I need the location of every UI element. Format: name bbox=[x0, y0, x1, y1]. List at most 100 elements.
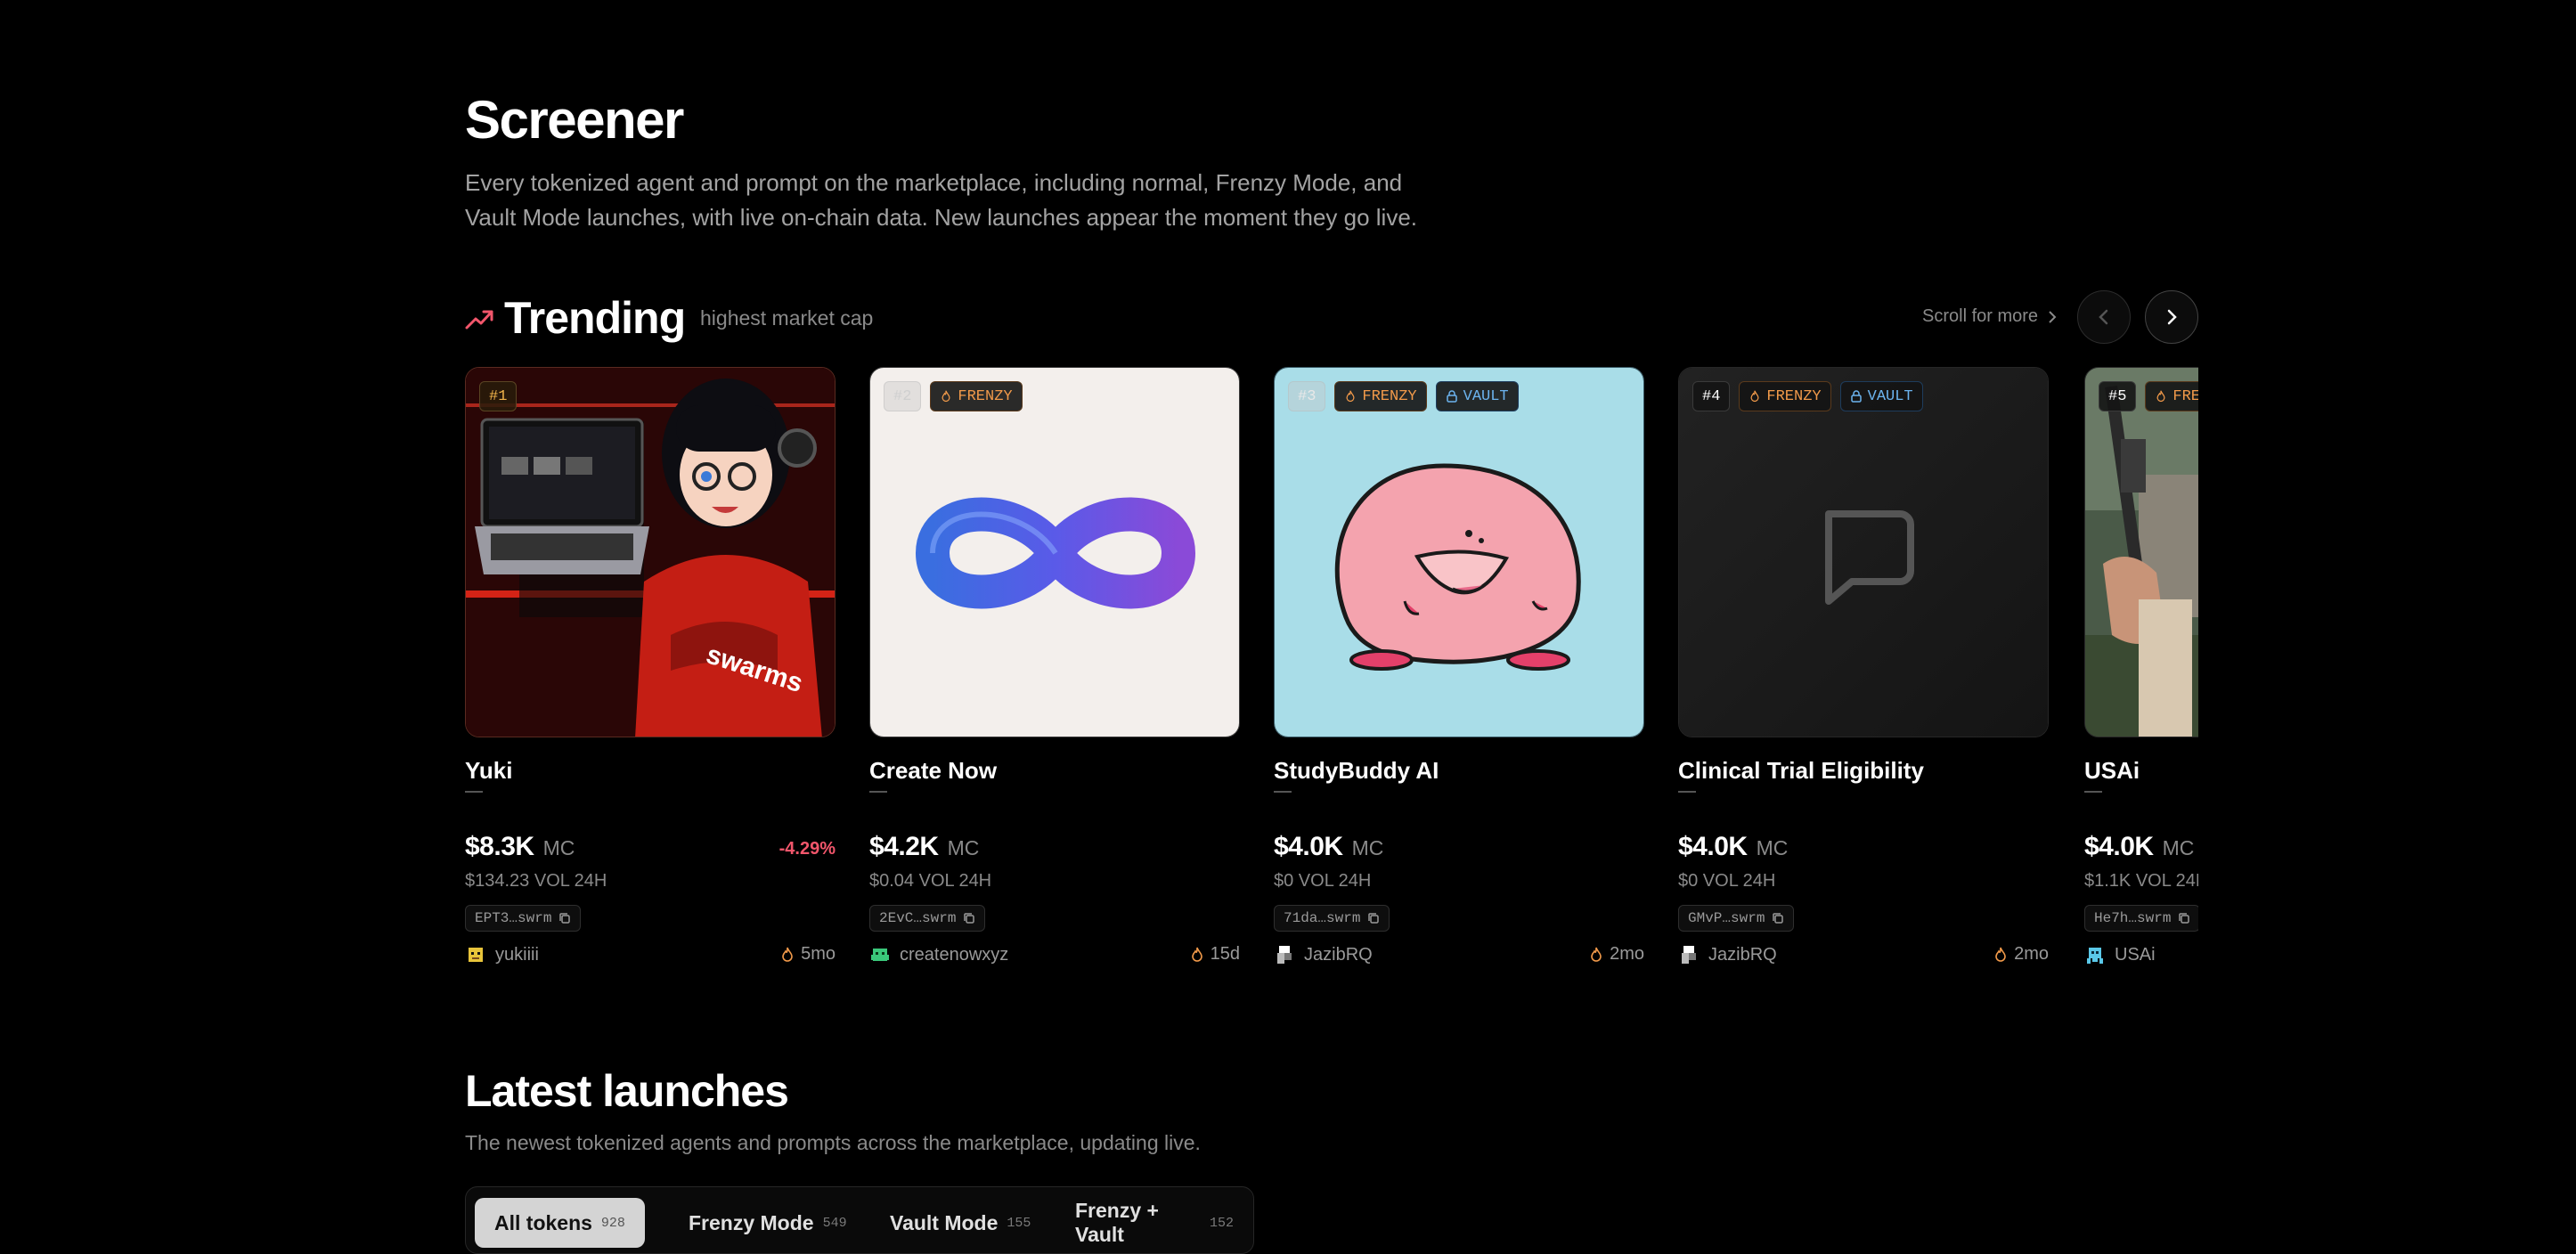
scroll-hint: Scroll for more bbox=[1922, 306, 2058, 327]
tab-vault-mode[interactable]: Vault Mode 155 bbox=[870, 1198, 1050, 1248]
contract-address-chip[interactable]: 71da…swrm bbox=[1274, 905, 1390, 932]
rank-badge: #3 bbox=[1288, 381, 1326, 411]
avatar bbox=[1274, 944, 1295, 965]
copy-icon[interactable] bbox=[1772, 912, 1784, 924]
copy-icon[interactable] bbox=[2178, 912, 2190, 924]
frenzy-label: FRENZY bbox=[958, 387, 1013, 405]
lock-icon bbox=[1446, 390, 1457, 403]
token-card[interactable]: #4 FRENZY VAULT Clinical Trial Eligibili… bbox=[1678, 367, 2049, 981]
token-name[interactable]: Create Now bbox=[869, 757, 997, 785]
rank-badge: #4 bbox=[1692, 381, 1731, 411]
tab-count: 928 bbox=[600, 1215, 625, 1231]
market-cap: $4.0K MC bbox=[2084, 832, 2194, 862]
market-cap: $8.3K MC bbox=[465, 832, 575, 862]
frenzy-label: FRENZY bbox=[2172, 387, 2198, 405]
trending-carousel: swarms #1 Yuki $8.3K MC -4.29% $134.23 V… bbox=[465, 367, 2198, 981]
market-cap-value: $4.2K bbox=[869, 832, 939, 861]
age-value: 15d bbox=[1210, 944, 1240, 964]
creator[interactable]: USAi bbox=[2084, 944, 2156, 965]
contract-address: GMvP…swrm bbox=[1688, 910, 1765, 926]
token-name[interactable]: Clinical Trial Eligibility bbox=[1678, 757, 1924, 785]
contract-address: 71da…swrm bbox=[1284, 910, 1361, 926]
creator[interactable]: createnowxyz bbox=[869, 944, 1008, 965]
creator-name: JazibRQ bbox=[1304, 944, 1373, 965]
tab-count: 155 bbox=[1007, 1215, 1031, 1231]
flame-icon bbox=[782, 947, 793, 962]
vault-label: VAULT bbox=[1463, 387, 1509, 405]
lock-icon bbox=[1850, 390, 1862, 403]
scroll-prev-button[interactable] bbox=[2077, 290, 2131, 344]
tab-all-tokens[interactable]: All tokens 928 bbox=[475, 1198, 645, 1248]
tab-label: Frenzy Mode bbox=[689, 1210, 814, 1234]
tab-label: All tokens bbox=[494, 1210, 592, 1234]
volume-24h: $0.04 VOL 24H bbox=[869, 871, 992, 891]
latest-launches-description: The newest tokenized agents and prompts … bbox=[465, 1131, 1201, 1154]
market-cap: $4.0K MC bbox=[1678, 832, 1788, 862]
market-cap-value: $4.0K bbox=[2084, 832, 2154, 861]
scroll-next-button[interactable] bbox=[2145, 290, 2198, 344]
frenzy-badge: FRENZY bbox=[2145, 381, 2198, 411]
tab-label: Vault Mode bbox=[890, 1210, 999, 1234]
rank-badge: #2 bbox=[884, 381, 922, 411]
divider bbox=[869, 791, 887, 793]
contract-address-chip[interactable]: GMvP…swrm bbox=[1678, 905, 1795, 932]
creator-name: yukiiii bbox=[495, 944, 539, 965]
token-card[interactable]: #5 FRENZY USAi $4.0K MC $1.1K VOL 24H He… bbox=[2084, 367, 2198, 981]
vault-badge: VAULT bbox=[1839, 381, 1923, 411]
divider bbox=[2084, 791, 2102, 793]
creator[interactable]: JazibRQ bbox=[1274, 944, 1373, 965]
trending-up-icon bbox=[465, 310, 493, 330]
scroll-hint-label: Scroll for more bbox=[1922, 306, 2039, 326]
trending-title: Trending bbox=[504, 293, 686, 343]
tab-frenzy-vault[interactable]: Frenzy + Vault 152 bbox=[1056, 1198, 1253, 1248]
tab-frenzy-mode[interactable]: Frenzy Mode 549 bbox=[669, 1198, 867, 1248]
age-value: 5mo bbox=[801, 944, 836, 964]
flame-icon bbox=[942, 390, 950, 403]
copy-icon[interactable] bbox=[1367, 912, 1380, 924]
contract-address-chip[interactable]: He7h…swrm bbox=[2084, 905, 2198, 932]
market-cap-label: MC bbox=[542, 836, 575, 859]
card-badges: #2 FRENZY bbox=[884, 381, 1023, 411]
token-name[interactable]: Yuki bbox=[465, 757, 512, 785]
copy-icon[interactable] bbox=[558, 912, 571, 924]
token-card[interactable]: swarms #1 Yuki $8.3K MC -4.29% $134.23 V… bbox=[465, 367, 836, 981]
rank-badge: #5 bbox=[2099, 381, 2137, 411]
page-title: Screener bbox=[465, 90, 684, 150]
flame-icon bbox=[1591, 947, 1602, 962]
creator[interactable]: JazibRQ bbox=[1678, 944, 1777, 965]
market-cap-value: $4.0K bbox=[1274, 832, 1343, 861]
token-card[interactable]: #3 FRENZY VAULT StudyBuddy AI $4.0K MC $… bbox=[1274, 367, 1644, 981]
age-value: 2mo bbox=[1610, 944, 1644, 964]
token-age: 5mo bbox=[781, 944, 836, 965]
flame-icon bbox=[2156, 390, 2165, 403]
contract-address-chip[interactable]: 2EvC…swrm bbox=[869, 905, 986, 932]
tab-count: 549 bbox=[822, 1215, 847, 1231]
card-badges: #5 FRENZY bbox=[2099, 381, 2198, 411]
price-change: -4.29% bbox=[779, 839, 836, 859]
latest-launches-title: Latest launches bbox=[465, 1066, 789, 1116]
token-name[interactable]: USAi bbox=[2084, 757, 2140, 785]
token-age: 2mo bbox=[1994, 944, 2049, 965]
token-image bbox=[869, 367, 1240, 737]
creator[interactable]: yukiiii bbox=[465, 944, 539, 965]
chevron-right-icon bbox=[2167, 309, 2177, 325]
vault-label: VAULT bbox=[1867, 387, 1913, 405]
token-age: 15d bbox=[1191, 944, 1240, 965]
flame-icon bbox=[1750, 390, 1759, 403]
market-cap: $4.2K MC bbox=[869, 832, 979, 862]
token-card[interactable]: #2 FRENZY Create Now $4.2K MC $0.04 VOL … bbox=[869, 367, 1240, 981]
copy-icon[interactable] bbox=[963, 912, 975, 924]
frenzy-badge: FRENZY bbox=[1739, 381, 1831, 411]
chevron-left-icon bbox=[2099, 309, 2108, 325]
creator-name: USAi bbox=[2115, 944, 2156, 965]
token-name[interactable]: StudyBuddy AI bbox=[1274, 757, 1439, 785]
volume-24h: $0 VOL 24H bbox=[1274, 871, 1372, 891]
page-description: Every tokenized agent and prompt on the … bbox=[465, 169, 1418, 231]
frenzy-label: FRENZY bbox=[1766, 387, 1822, 405]
market-cap-value: $4.0K bbox=[1678, 832, 1748, 861]
creator-name: JazibRQ bbox=[1708, 944, 1777, 965]
token-image bbox=[1678, 367, 2049, 737]
contract-address-chip[interactable]: EPT3…swrm bbox=[465, 905, 582, 932]
token-image: swarms bbox=[465, 367, 836, 737]
divider bbox=[1274, 791, 1292, 793]
